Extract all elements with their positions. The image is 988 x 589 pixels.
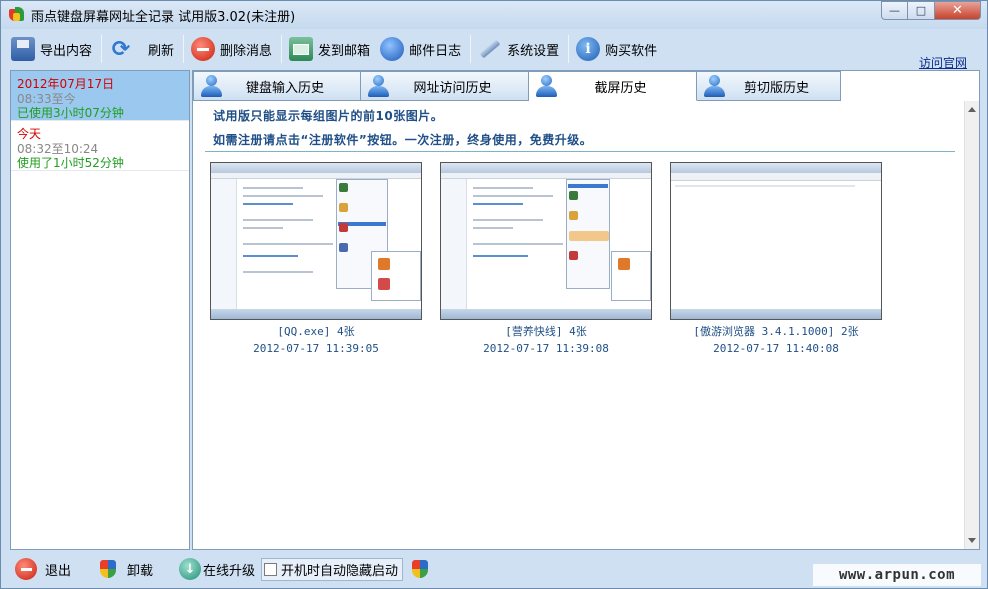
uninstall-button[interactable]: 卸载	[89, 558, 153, 580]
mail-log-button[interactable]: 邮件日志	[376, 33, 467, 65]
buy-button[interactable]: i 购买软件	[572, 33, 663, 65]
vertical-scrollbar[interactable]	[964, 101, 979, 549]
info-icon: i	[576, 37, 601, 61]
online-upgrade-button[interactable]: ↓ 在线升级	[171, 558, 255, 580]
scroll-down-icon[interactable]	[968, 538, 976, 543]
window-controls: — □ ✕	[881, 1, 981, 20]
tab-label: 网址访问历史	[413, 80, 492, 96]
tab-screenshot-history[interactable]: 截屏历史	[529, 71, 697, 101]
register-notice: 如需注册请点击“注册软件”按钮。一次注册，终身使用，免费升级。	[213, 133, 593, 147]
trial-notice: 试用版只能显示每组图片的前10张图片。	[213, 109, 444, 123]
buy-label: 购买软件	[605, 43, 658, 59]
app-window: 雨点键盘屏幕网址全记录 试用版3.02(未注册) — □ ✕ 导出内容 ⟳ 刷新…	[0, 0, 988, 589]
scroll-up-icon[interactable]	[968, 107, 976, 112]
upgrade-label: 在线升级	[203, 563, 256, 579]
settings-label: 系统设置	[507, 43, 560, 59]
divider	[205, 151, 955, 152]
session-date: 2012年07月17日	[17, 77, 115, 91]
screenshot-thumbnail[interactable]	[210, 162, 422, 320]
checkbox-box[interactable]	[264, 562, 278, 576]
user-icon	[703, 74, 725, 98]
autostart-checkbox[interactable]: 开机时自动隐藏启动	[261, 557, 404, 581]
screenshot-time: 2012-07-17 11:39:05	[253, 342, 379, 355]
exit-button[interactable]: 退出	[7, 558, 71, 580]
tab-label: 截屏历史	[594, 80, 647, 96]
tab-label: 剪切版历史	[743, 80, 809, 96]
mail-icon	[289, 37, 314, 61]
session-list: 2012年07月17日 08:33至今 已使用3小时07分钟 今天 08:32至…	[10, 70, 190, 550]
export-button[interactable]: 导出内容	[7, 33, 98, 65]
app-logo-icon	[9, 7, 25, 23]
download-icon: ↓	[179, 558, 202, 580]
visit-site-link[interactable]: 访问官网	[919, 54, 967, 71]
session-date: 今天	[17, 127, 42, 141]
screenshot-group[interactable]: [傲游浏览器 3.4.1.1000] 2张 2012-07-17 11:40:0…	[670, 162, 882, 355]
title-bar: 雨点键盘屏幕网址全记录 试用版3.02(未注册) — □ ✕	[1, 1, 987, 29]
send-mail-button[interactable]: 发到邮箱	[285, 33, 376, 65]
session-duration: 已使用3小时07分钟	[17, 106, 124, 120]
delete-button[interactable]: 删除消息	[187, 33, 278, 65]
content-panel: 键盘输入历史 网址访问历史 截屏历史 剪切版历史 试用版只能显示每组图片的前10…	[192, 70, 980, 550]
refresh-button[interactable]: ⟳ 刷新	[105, 33, 180, 65]
tab-keyboard-history[interactable]: 键盘输入历史	[193, 71, 361, 101]
session-range: 08:32至10:24	[17, 142, 99, 156]
refresh-label: 刷新	[148, 43, 175, 59]
tab-bar: 键盘输入历史 网址访问历史 截屏历史 剪切版历史	[193, 71, 841, 101]
session-item[interactable]: 今天 08:32至10:24 使用了1小时52分钟	[11, 121, 189, 171]
tab-label: 键盘输入历史	[245, 80, 324, 96]
screenshot-time: 2012-07-17 11:40:08	[713, 342, 839, 355]
close-button[interactable]: ✕	[935, 1, 981, 20]
toolbar-separator	[183, 35, 185, 63]
send-mail-label: 发到邮箱	[318, 43, 371, 59]
settings-icon	[478, 37, 502, 61]
screenshot-caption: [营养快线] 4张	[505, 325, 587, 338]
window-title: 雨点键盘屏幕网址全记录 试用版3.02(未注册)	[31, 9, 296, 25]
user-icon	[200, 74, 222, 98]
toolbar: 导出内容 ⟳ 刷新 删除消息 发到邮箱 邮件日志 系统设置 i 购买软件	[7, 31, 981, 67]
delete-icon	[191, 37, 216, 61]
export-label: 导出内容	[40, 43, 93, 59]
exit-icon	[15, 558, 37, 580]
shield-icon	[409, 558, 431, 580]
globe-icon	[380, 37, 405, 61]
screenshot-thumbnail[interactable]	[670, 162, 882, 320]
exit-label: 退出	[45, 563, 72, 579]
session-range: 08:33至今	[17, 92, 76, 106]
tab-url-history[interactable]: 网址访问历史	[361, 71, 529, 101]
toolbar-separator	[568, 35, 570, 63]
refresh-icon: ⟳	[111, 36, 131, 62]
screenshot-caption: [QQ.exe] 4张	[277, 325, 355, 338]
export-icon	[11, 37, 35, 61]
screenshot-caption: [傲游浏览器 3.4.1.1000] 2张	[693, 325, 859, 338]
screenshot-group[interactable]: [营养快线] 4张 2012-07-17 11:39:08	[440, 162, 652, 355]
shield-icon	[97, 558, 119, 580]
screenshot-time: 2012-07-17 11:39:08	[483, 342, 609, 355]
user-icon	[367, 74, 389, 98]
toolbar-separator	[281, 35, 283, 63]
site-watermark: www.arpun.com	[813, 564, 981, 586]
session-item[interactable]: 2012年07月17日 08:33至今 已使用3小时07分钟	[11, 71, 189, 121]
minimize-button[interactable]: —	[881, 1, 908, 20]
uninstall-label: 卸载	[127, 563, 154, 579]
user-icon	[535, 74, 557, 98]
settings-button[interactable]: 系统设置	[474, 33, 565, 65]
mail-log-label: 邮件日志	[409, 43, 462, 59]
toolbar-separator	[470, 35, 472, 63]
toolbar-separator	[101, 35, 103, 63]
maximize-button[interactable]: □	[908, 1, 935, 20]
screenshot-thumbnail[interactable]	[440, 162, 652, 320]
delete-label: 删除消息	[220, 43, 273, 59]
session-duration: 使用了1小时52分钟	[17, 156, 124, 170]
tab-clipboard-history[interactable]: 剪切版历史	[697, 71, 841, 101]
screenshot-group[interactable]: [QQ.exe] 4张 2012-07-17 11:39:05	[210, 162, 422, 355]
autostart-label: 开机时自动隐藏启动	[281, 563, 399, 579]
